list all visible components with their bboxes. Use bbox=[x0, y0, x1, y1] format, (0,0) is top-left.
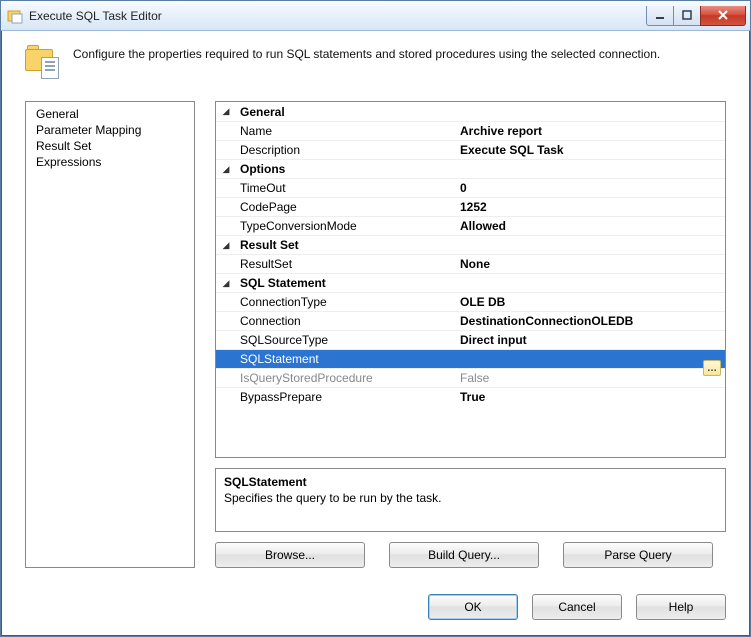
app-icon bbox=[7, 8, 23, 24]
close-button[interactable] bbox=[700, 6, 746, 26]
action-button-row: Browse... Build Query... Parse Query bbox=[215, 542, 726, 568]
help-button[interactable]: Help bbox=[636, 594, 726, 620]
prop-timeout[interactable]: TimeOut0 bbox=[216, 178, 725, 197]
collapse-icon: ◢ bbox=[223, 165, 230, 174]
parse-query-button[interactable]: Parse Query bbox=[563, 542, 713, 568]
prop-bypassprepare[interactable]: BypassPrepareTrue bbox=[216, 387, 725, 406]
category-sql-statement[interactable]: ◢SQL Statement bbox=[216, 273, 725, 292]
task-icon bbox=[25, 45, 59, 79]
header: Configure the properties required to run… bbox=[1, 31, 750, 97]
prop-name[interactable]: NameArchive report bbox=[216, 121, 725, 140]
sidebar: General Parameter Mapping Result Set Exp… bbox=[25, 101, 195, 568]
prop-connection[interactable]: ConnectionDestinationConnectionOLEDB bbox=[216, 311, 725, 330]
cancel-button[interactable]: Cancel bbox=[532, 594, 622, 620]
collapse-icon: ◢ bbox=[223, 107, 230, 116]
description-text: Specifies the query to be run by the tas… bbox=[224, 491, 717, 505]
minimize-button[interactable] bbox=[646, 6, 674, 26]
ok-button[interactable]: OK bbox=[428, 594, 518, 620]
prop-typeconversionmode[interactable]: TypeConversionModeAllowed bbox=[216, 216, 725, 235]
prop-sqlstatement[interactable]: SQLStatement… bbox=[216, 349, 725, 368]
collapse-icon: ◢ bbox=[223, 279, 230, 288]
window-buttons bbox=[647, 6, 746, 26]
dialog-window: Execute SQL Task Editor Configure the pr… bbox=[0, 0, 751, 637]
collapse-icon: ◢ bbox=[223, 241, 230, 250]
prop-description[interactable]: DescriptionExecute SQL Task bbox=[216, 140, 725, 159]
sidebar-item-result-set[interactable]: Result Set bbox=[36, 138, 184, 154]
description-panel: SQLStatement Specifies the query to be r… bbox=[215, 468, 726, 532]
titlebar[interactable]: Execute SQL Task Editor bbox=[1, 1, 750, 31]
main-column: ◢General NameArchive report DescriptionE… bbox=[215, 101, 726, 568]
maximize-button[interactable] bbox=[673, 6, 701, 26]
category-result-set[interactable]: ◢Result Set bbox=[216, 235, 725, 254]
prop-isquerystoredprocedure: IsQueryStoredProcedureFalse bbox=[216, 368, 725, 387]
window-title: Execute SQL Task Editor bbox=[29, 9, 647, 23]
category-general[interactable]: ◢General bbox=[216, 102, 725, 121]
sidebar-item-general[interactable]: General bbox=[36, 106, 184, 122]
description-title: SQLStatement bbox=[224, 475, 717, 489]
prop-sqlsourcetype[interactable]: SQLSourceTypeDirect input bbox=[216, 330, 725, 349]
sidebar-item-parameter-mapping[interactable]: Parameter Mapping bbox=[36, 122, 184, 138]
prop-connectiontype[interactable]: ConnectionTypeOLE DB bbox=[216, 292, 725, 311]
browse-button[interactable]: Browse... bbox=[215, 542, 365, 568]
category-options[interactable]: ◢Options bbox=[216, 159, 725, 178]
header-description: Configure the properties required to run… bbox=[73, 45, 660, 63]
property-grid: ◢General NameArchive report DescriptionE… bbox=[215, 101, 726, 458]
sidebar-item-expressions[interactable]: Expressions bbox=[36, 154, 184, 170]
body: General Parameter Mapping Result Set Exp… bbox=[1, 97, 750, 584]
prop-resultset[interactable]: ResultSetNone bbox=[216, 254, 725, 273]
footer: OK Cancel Help bbox=[1, 584, 750, 636]
build-query-button[interactable]: Build Query... bbox=[389, 542, 539, 568]
prop-codepage[interactable]: CodePage1252 bbox=[216, 197, 725, 216]
